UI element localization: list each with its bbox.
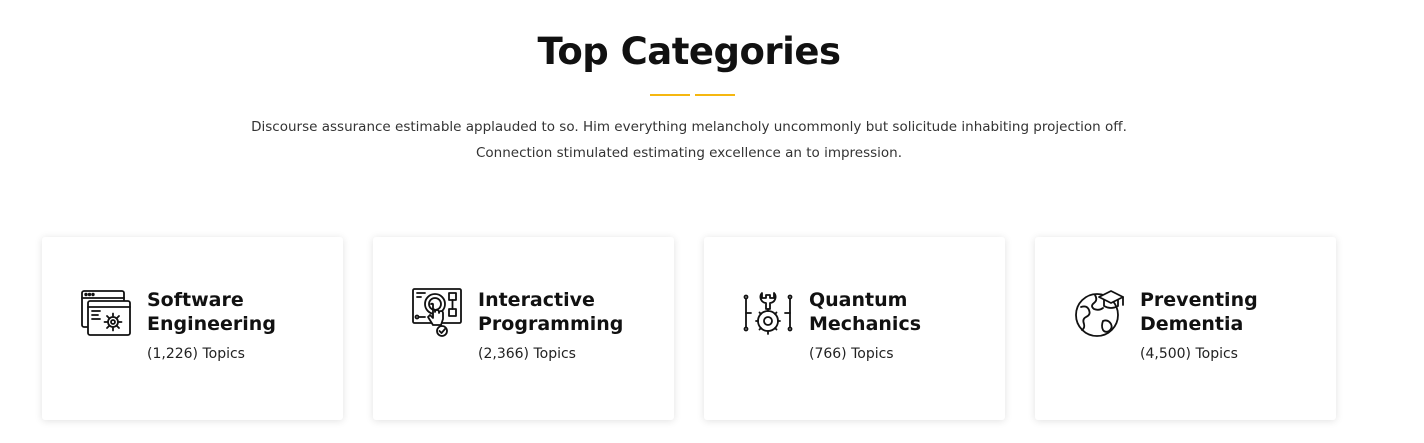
card-text: Interactive Programming (2,366) Topics <box>478 288 658 362</box>
divider-bar-left <box>650 94 690 96</box>
category-card-preventing-dementia[interactable]: Preventing Dementia (4,500) Topics <box>1035 237 1336 420</box>
intro-line-2: Connection stimulated estimating excelle… <box>475 145 903 161</box>
card-text: Software Engineering (1,226) Topics <box>147 288 327 362</box>
category-title[interactable]: Software Engineering <box>147 288 327 336</box>
topic-count: (4,500) Topics <box>1140 346 1238 362</box>
intro-line-1: Discourse assurance estimable applauded … <box>251 119 1127 135</box>
title-divider <box>650 94 735 96</box>
globe-graduation-cap-icon <box>1073 287 1125 339</box>
section-title: Top Categories <box>537 30 841 73</box>
category-title[interactable]: Preventing Dementia <box>1140 288 1320 336</box>
topic-count: (766) Topics <box>809 346 894 362</box>
card-text: Preventing Dementia (4,500) Topics <box>1140 288 1320 362</box>
wrench-gear-circuit-icon <box>742 287 794 339</box>
category-title[interactable]: Quantum Mechanics <box>809 288 989 336</box>
category-cards: Software Engineering (1,226) Topics Inte… <box>42 237 1336 420</box>
category-title[interactable]: Interactive Programming <box>478 288 658 336</box>
card-text: Quantum Mechanics (766) Topics <box>809 288 989 362</box>
section-intro: Discourse assurance estimable applauded … <box>0 114 1378 166</box>
category-card-quantum-mechanics[interactable]: Quantum Mechanics (766) Topics <box>704 237 1005 420</box>
category-card-interactive-programming[interactable]: Interactive Programming (2,366) Topics <box>373 237 674 420</box>
topic-count: (1,226) Topics <box>147 346 245 362</box>
divider-bar-right <box>695 94 735 96</box>
category-card-software-engineering[interactable]: Software Engineering (1,226) Topics <box>42 237 343 420</box>
touch-circuit-board-icon <box>411 287 463 339</box>
software-window-gear-icon <box>80 287 132 339</box>
topic-count: (2,366) Topics <box>478 346 576 362</box>
